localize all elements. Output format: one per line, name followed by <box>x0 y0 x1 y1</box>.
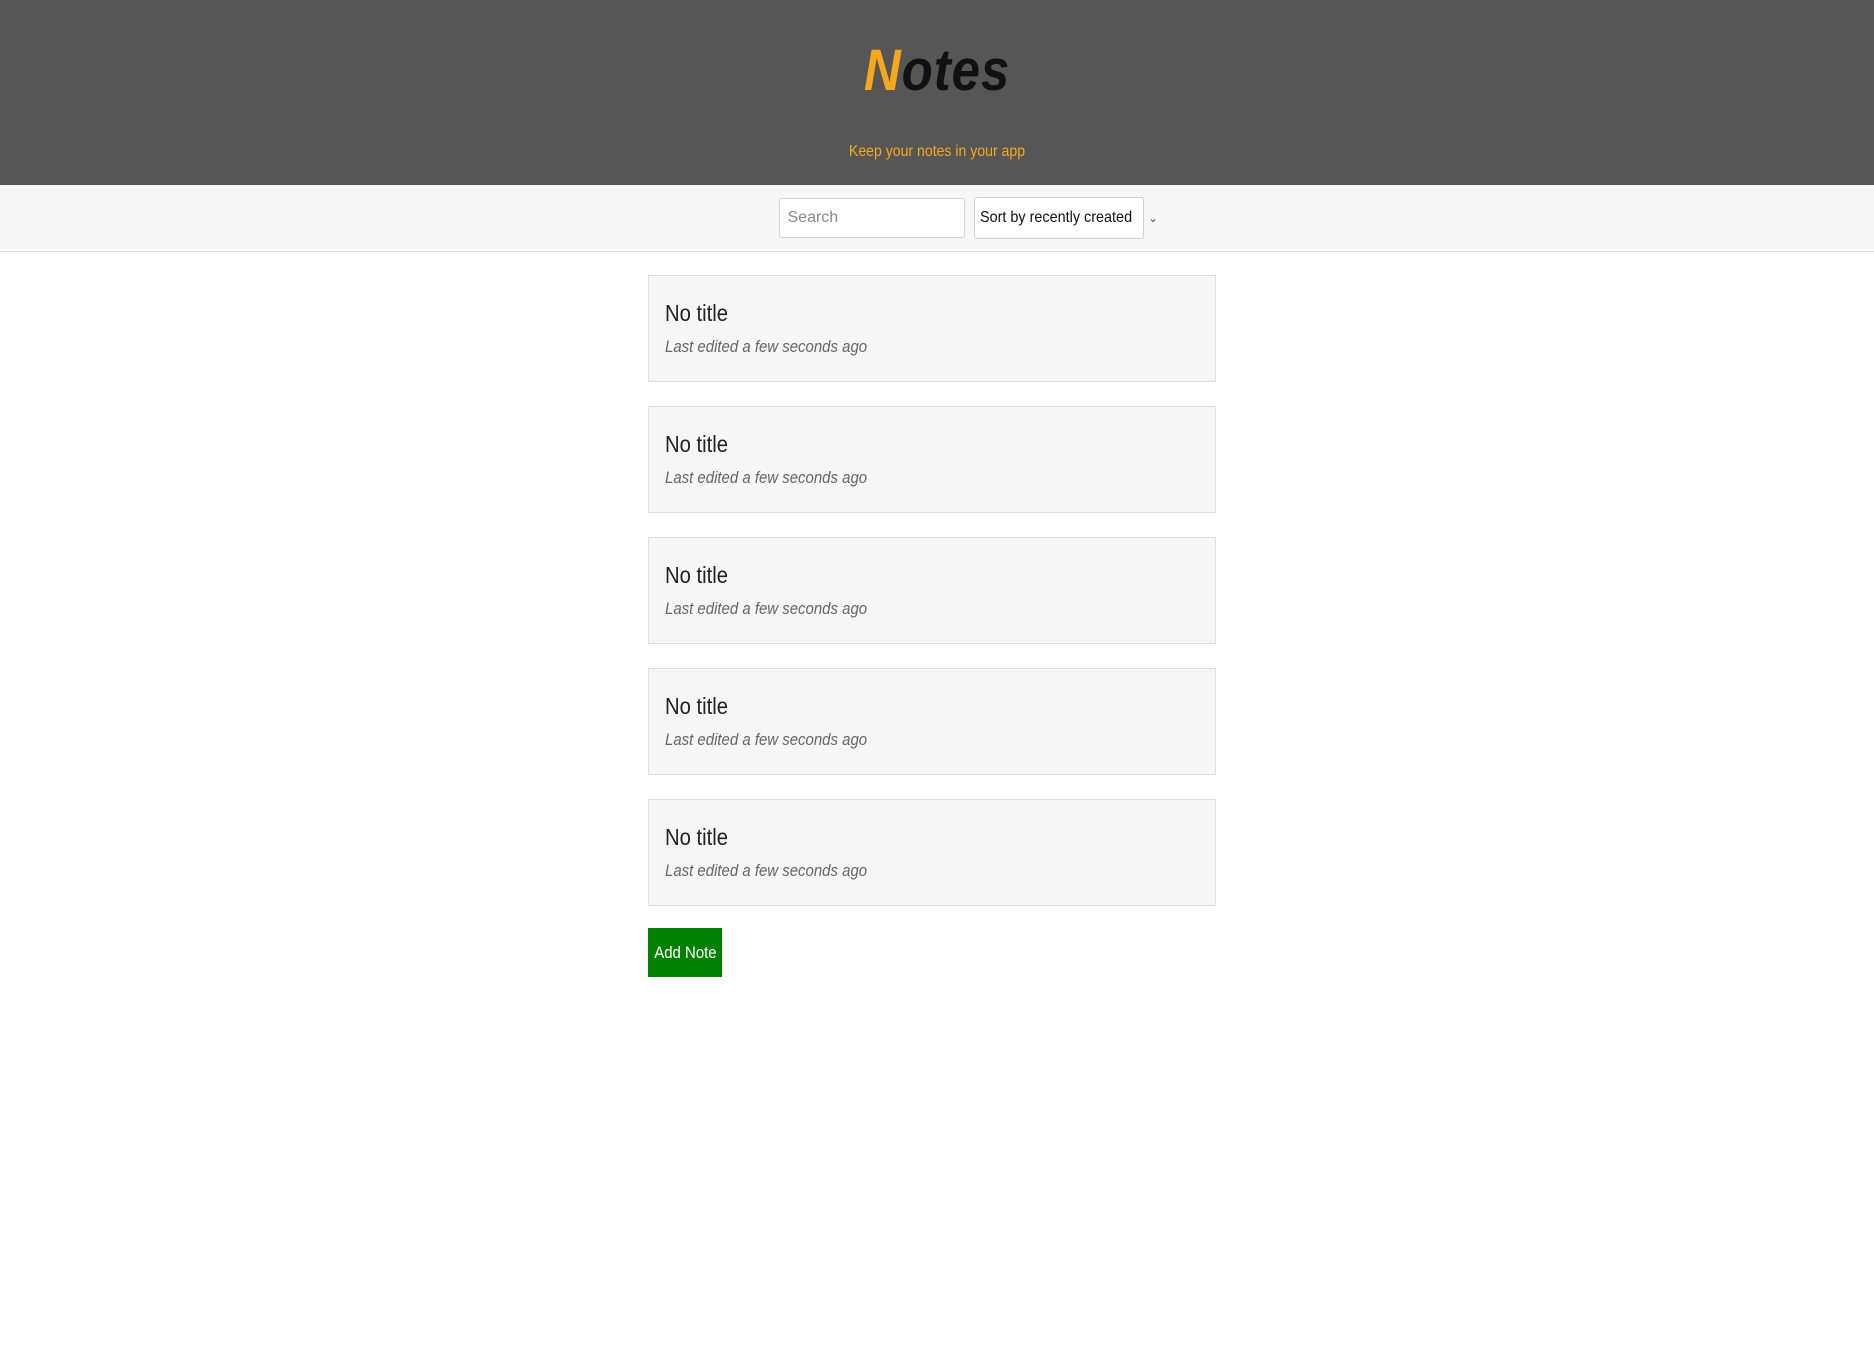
note-title: No title <box>665 562 729 588</box>
note-card[interactable]: No title Last edited a few seconds ago <box>648 799 1216 906</box>
logo-initial: N <box>863 38 902 103</box>
note-card[interactable]: No title Last edited a few seconds ago <box>648 406 1216 513</box>
note-last-edited: Last edited a few seconds ago <box>665 468 868 487</box>
note-last-edited: Last edited a few seconds ago <box>665 337 868 356</box>
chevron-down-icon: ⌄ <box>1148 212 1158 225</box>
note-title: No title <box>665 431 729 457</box>
search-input[interactable] <box>778 198 965 238</box>
note-card[interactable]: No title Last edited a few seconds ago <box>648 275 1216 382</box>
sort-select[interactable]: Sort by recently created ⌄ <box>973 197 1158 239</box>
sort-select-value: Sort by recently created <box>979 209 1132 226</box>
note-last-edited: Last edited a few seconds ago <box>665 730 868 749</box>
note-title: No title <box>665 693 729 719</box>
app-header: Notes Keep your notes in your app <box>0 0 1874 185</box>
add-note-button-label: Add Note <box>653 942 717 962</box>
logo-rest: otes <box>901 38 1011 103</box>
note-last-edited: Last edited a few seconds ago <box>665 599 868 618</box>
app-tagline: Keep your notes in your app <box>848 143 1026 160</box>
note-last-edited: Last edited a few seconds ago <box>665 861 868 880</box>
add-note-button[interactable]: Add Note <box>648 928 722 977</box>
note-title: No title <box>665 824 729 850</box>
note-title: No title <box>665 300 729 326</box>
app-logo: Notes <box>112 42 1761 100</box>
note-card[interactable]: No title Last edited a few seconds ago <box>648 537 1216 644</box>
notes-list: No title Last edited a few seconds ago N… <box>648 275 1216 977</box>
note-card[interactable]: No title Last edited a few seconds ago <box>648 668 1216 775</box>
filter-toolbar: Sort by recently created ⌄ <box>0 185 1874 252</box>
